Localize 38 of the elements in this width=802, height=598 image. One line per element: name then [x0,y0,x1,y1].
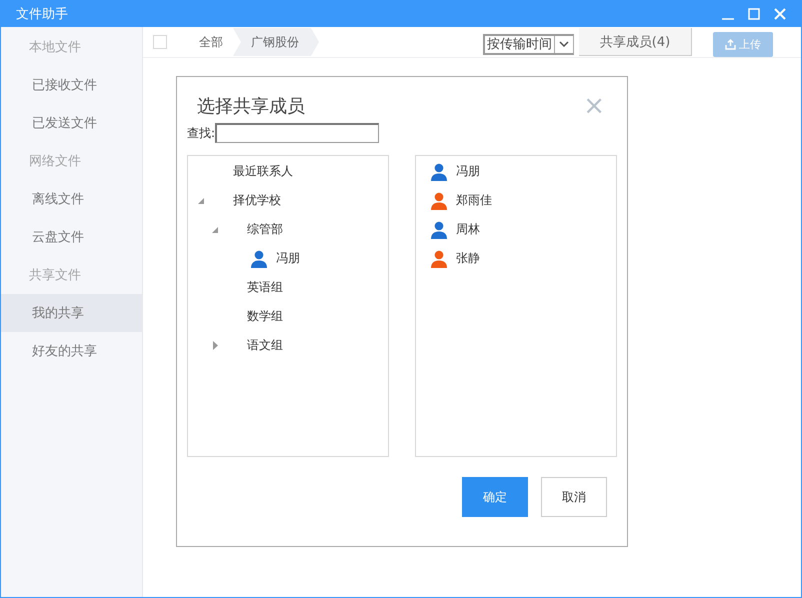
group-name[interactable]: 语文组 [247,337,283,354]
expanded-triangle-icon[interactable] [198,198,204,204]
maximize-icon [748,8,760,20]
breadcrumb-item[interactable]: 全部 [197,28,233,56]
group-name[interactable]: 英语组 [247,279,283,296]
section-header: 网络文件 [28,153,82,171]
member-name[interactable]: 冯朋 [456,163,480,180]
select-all-checkbox[interactable] [153,35,167,49]
collapsed-triangle-icon[interactable] [212,341,218,350]
upload-icon [725,38,736,50]
sidebar-item[interactable]: 好友的共享 [1,332,142,370]
search-label: 查找: [187,124,216,142]
sidebar-item[interactable]: 我的共享 [1,294,142,332]
contact-name[interactable]: 冯朋 [276,250,300,267]
close-icon [774,8,786,20]
minimize-icon [722,18,734,20]
dialog-title: 选择共享成员 [197,95,305,118]
section-header: 共享文件 [28,267,82,285]
expanded-triangle-icon[interactable] [212,226,218,232]
members-button[interactable]: 共享成员(4) [579,28,692,56]
group-name[interactable]: 数学组 [247,308,283,325]
group-name[interactable]: 最近联系人 [233,163,293,180]
sidebar-item[interactable]: 离线文件 [1,180,142,218]
window-title: 文件助手 [16,6,69,22]
search-field[interactable] [215,123,380,143]
member-name[interactable]: 郑雨佳 [456,192,492,209]
group-name[interactable]: 综管部 [247,221,283,238]
section-header: 本地文件 [28,39,82,57]
sidebar-item[interactable]: 已发送文件 [1,104,142,142]
breadcrumb-item[interactable]: 广钢股份 [233,28,319,56]
chevron-down-icon [559,41,569,47]
group-name[interactable]: 择优学校 [233,192,281,209]
sort-dropdown[interactable]: 按传输时间 [483,34,574,54]
sidebar-item[interactable]: 已接收文件 [1,66,142,104]
sidebar-item[interactable]: 云盘文件 [1,218,142,256]
cancel-button[interactable]: 取消 [541,477,607,517]
member-name[interactable]: 张静 [456,250,480,267]
member-name[interactable]: 周林 [456,221,480,238]
